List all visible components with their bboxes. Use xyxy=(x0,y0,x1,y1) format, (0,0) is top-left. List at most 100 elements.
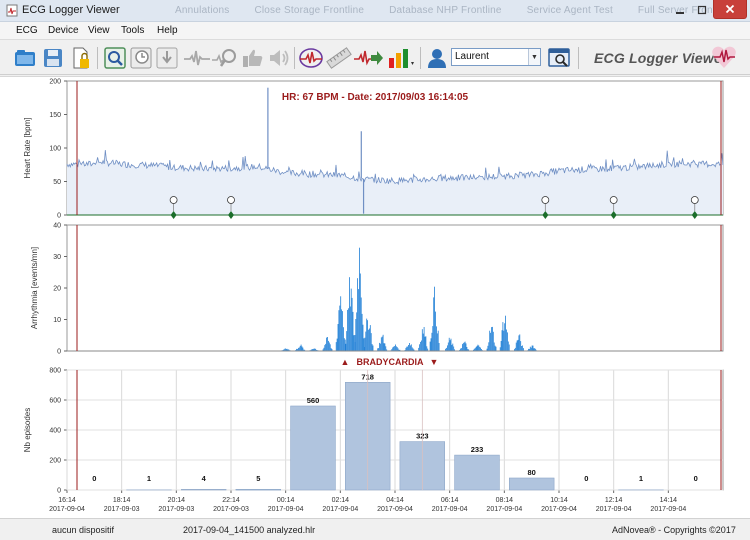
app-window: ECG Logger Viewer Annulations Close Stor… xyxy=(0,0,750,540)
title-bar: ECG Logger Viewer Annulations Close Stor… xyxy=(0,0,750,22)
arrhythmia-bar xyxy=(371,344,373,351)
bar-chart-button[interactable] xyxy=(386,45,416,71)
arrhythmia-bar xyxy=(492,326,493,351)
arrhythmia-bar xyxy=(339,305,341,351)
arrhythmia-bar xyxy=(385,346,387,351)
episodes-value-label: 1 xyxy=(639,474,643,483)
episodes-value-label: 0 xyxy=(694,474,698,483)
arrhythmia-bar xyxy=(369,328,370,351)
arrhythmia-bar xyxy=(366,318,368,351)
bradycardia-nav-label: BRADYCARDIA xyxy=(357,357,424,367)
arrhythmia-bar xyxy=(431,332,433,351)
arrhythmia-bar xyxy=(411,347,413,351)
record-history-button[interactable] xyxy=(128,45,154,71)
menu-view[interactable]: View xyxy=(88,25,110,36)
arrhythmia-bar xyxy=(504,323,506,351)
ruler-button[interactable] xyxy=(326,45,352,71)
search-database-button[interactable] xyxy=(547,45,573,71)
arrhythmia-bar xyxy=(384,343,386,351)
episodes-bar[interactable] xyxy=(181,489,227,491)
x-tick-time-label: 00:14 xyxy=(277,497,295,504)
arrhythmia-bar xyxy=(492,331,494,351)
episodes-bar[interactable] xyxy=(235,488,281,491)
zoom-document-button[interactable] xyxy=(102,45,128,71)
bradycardia-prev-button[interactable]: ▲ xyxy=(341,357,350,367)
menu-help[interactable]: Help xyxy=(157,25,178,36)
thumbs-up-button[interactable] xyxy=(240,45,266,71)
y-tick-label: 30 xyxy=(53,254,61,261)
arrhythmia-bar xyxy=(335,342,337,351)
speaker-button[interactable] xyxy=(266,45,292,71)
x-tick-date-label: 2017-09-04 xyxy=(541,506,577,513)
minimize-button[interactable] xyxy=(669,0,691,19)
menu-device[interactable]: Device xyxy=(48,25,79,36)
heart-zoom-button[interactable] xyxy=(212,45,238,71)
arrhythmia-bar xyxy=(516,340,518,351)
arrhythmia-bar xyxy=(520,341,522,351)
open-folder-button[interactable] xyxy=(12,45,38,71)
arrhythmia-bar xyxy=(429,341,431,351)
arrhythmia-bar xyxy=(489,330,491,351)
arrhythmia-bar xyxy=(326,337,327,351)
y-tick-label: 200 xyxy=(49,79,61,86)
episodes-bar[interactable] xyxy=(508,477,555,491)
arrhythmia-bar xyxy=(462,344,463,351)
menu-ecg[interactable]: ECG xyxy=(16,25,38,36)
arrhythmia-bar xyxy=(421,340,422,351)
arrhythmia-bar xyxy=(338,310,340,351)
background-tab: Close Storage Frontline xyxy=(254,5,365,16)
close-button[interactable] xyxy=(713,0,747,19)
x-tick-date-label: 2017-09-04 xyxy=(596,506,632,513)
arrhythmia-bar xyxy=(369,325,371,351)
brand-title: ECG Logger Viewer xyxy=(594,50,728,66)
user-button[interactable] xyxy=(424,45,450,71)
ecg-wave-button[interactable] xyxy=(184,45,210,71)
arrhythmia-bar xyxy=(432,326,434,351)
arrhythmia-bar xyxy=(430,338,432,351)
x-tick-time-label: 12:14 xyxy=(605,497,623,504)
clock-icon[interactable] xyxy=(169,196,178,204)
arrhythmia-bar xyxy=(423,327,425,351)
toolbar-separator xyxy=(294,47,295,69)
clock-icon[interactable] xyxy=(690,196,699,204)
arrhythmia-bar xyxy=(299,345,301,351)
clock-icon[interactable] xyxy=(609,196,618,204)
arrhythmia-bar xyxy=(300,344,302,351)
heart-rate-title: HR: 67 BPM - Date: 2017/09/03 16:14:05 xyxy=(282,92,469,103)
ecg-export-button[interactable] xyxy=(354,45,384,71)
arrhythmia-bar xyxy=(408,345,409,351)
y-tick-label: 10 xyxy=(53,317,61,324)
y-tick-label: 50 xyxy=(53,179,61,186)
episodes-bar[interactable] xyxy=(454,454,500,491)
arrhythmia-bar xyxy=(354,335,356,351)
menu-tools[interactable]: Tools xyxy=(121,25,144,36)
arrhythmia-bar xyxy=(395,346,397,351)
arrhythmia-bar xyxy=(357,278,358,351)
save-icon xyxy=(44,49,62,67)
arrhythmia-bar xyxy=(328,340,329,351)
maximize-button[interactable] xyxy=(691,0,713,19)
menu-bar: ECG Device View Tools Help xyxy=(0,22,750,40)
episodes-value-label: 0 xyxy=(92,474,96,483)
x-tick-time-label: 06:14 xyxy=(441,497,459,504)
clock-icon[interactable] xyxy=(227,196,235,204)
user-select[interactable]: Laurent ▼ xyxy=(451,48,541,66)
arrhythmia-bar xyxy=(480,347,481,351)
arrhythmia-bar xyxy=(367,320,368,351)
arrhythmia-bar xyxy=(517,339,519,351)
chevron-down-icon[interactable]: ▼ xyxy=(528,49,540,65)
ecg-analyze-button[interactable] xyxy=(298,45,324,71)
arrhythmia-bar xyxy=(324,345,326,351)
download-button[interactable] xyxy=(154,45,180,71)
background-tab: Service Agent Test xyxy=(526,5,613,16)
arrhythmia-bar xyxy=(393,346,394,351)
arrhythmia-bar xyxy=(515,342,517,351)
save-button[interactable] xyxy=(40,45,66,71)
bradycardia-next-button[interactable]: ▼ xyxy=(430,357,439,367)
locked-file-button[interactable] xyxy=(68,45,94,71)
episodes-bar[interactable] xyxy=(290,405,336,491)
charts-canvas[interactable]: HR: 67 BPM - Date: 2017/09/03 16:14:05 H… xyxy=(0,77,750,519)
arrhythmia-bar xyxy=(488,342,490,351)
clock-icon[interactable] xyxy=(541,196,550,204)
arrhythmia-bar xyxy=(529,346,531,351)
